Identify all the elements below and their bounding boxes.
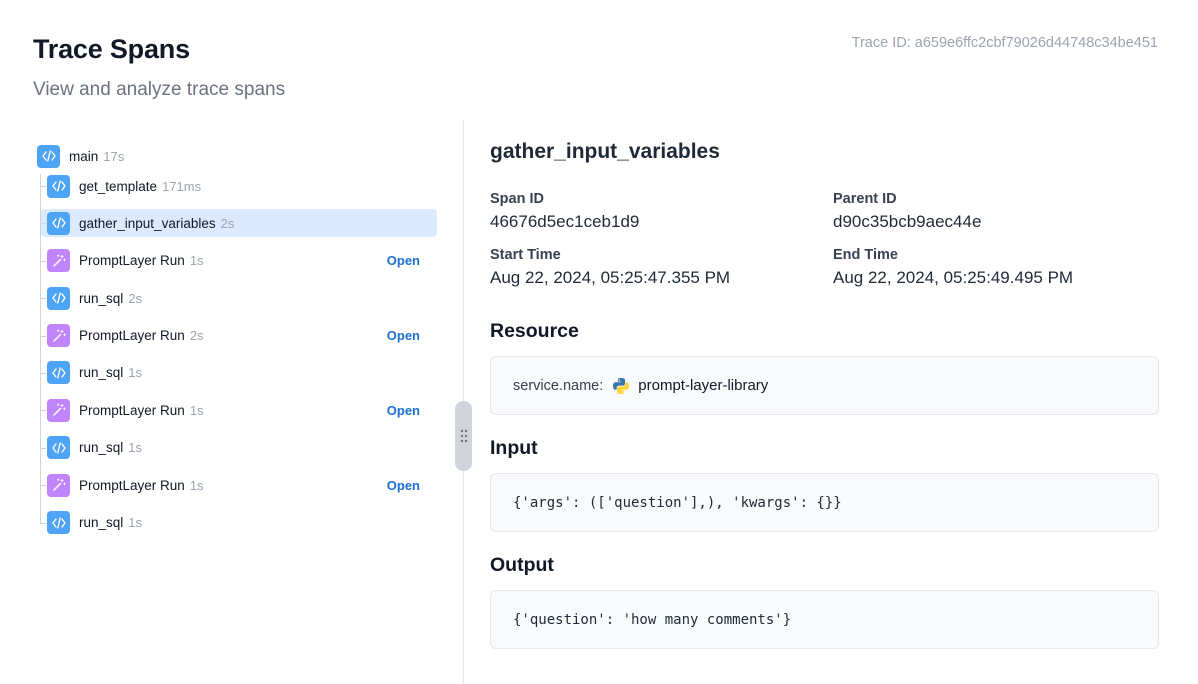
end-time-value: Aug 22, 2024, 05:25:49.495 PM: [833, 268, 1074, 287]
output-box: {'question': 'how many comments'}: [490, 590, 1159, 649]
tree-item-duration: 1s: [189, 402, 204, 418]
parent-id-field: Parent ID d90c35bcb9aec44e: [833, 191, 1159, 232]
code-icon: [47, 211, 70, 235]
output-title: Output: [490, 554, 554, 576]
open-link[interactable]: Open: [387, 253, 420, 268]
page-title: Trace Spans: [33, 34, 190, 64]
trace-id: Trace ID: a659e6ffc2cbf79026d44748c34be4…: [851, 35, 1158, 51]
tree-item-name: PromptLayer Run: [79, 477, 185, 493]
input-box: {'args': (['question'],), 'kwargs': {}}: [490, 473, 1159, 532]
tree-item-duration: 171ms: [162, 178, 202, 194]
span-detail-panel: gather_input_variables Span ID 46676d5ec…: [490, 140, 1159, 649]
span-id-field: Span ID 46676d5ec1ceb1d9: [490, 191, 833, 232]
magic-wand-icon: [47, 473, 70, 497]
tree-item[interactable]: run_sql 2s: [40, 284, 437, 312]
tree-item-name: gather_input_variables: [79, 215, 216, 231]
tree-item-name: run_sql: [79, 440, 124, 456]
resource-box: service.name: prompt-layer-library: [490, 356, 1159, 415]
resource-key: service.name:: [513, 377, 604, 394]
tree-item[interactable]: run_sql 1s: [40, 434, 437, 462]
open-link[interactable]: Open: [387, 328, 420, 343]
output-value: {'question': 'how many comments'}: [513, 611, 792, 628]
tree-item-duration: 1s: [189, 253, 204, 269]
resize-handle[interactable]: [455, 401, 472, 471]
tree-root-name: main: [69, 148, 99, 164]
end-time-field: End Time Aug 22, 2024, 05:25:49.495 PM: [833, 247, 1159, 288]
span-meta: Span ID 46676d5ec1ceb1d9 Parent ID d90c3…: [490, 191, 1159, 288]
open-link[interactable]: Open: [387, 403, 420, 418]
tree-item-duration: 2s: [189, 328, 204, 344]
tree-children: get_template 171ms gather_input_variables 2…: [40, 172, 443, 537]
code-icon: [37, 144, 60, 168]
tree-item-duration: 1s: [128, 365, 143, 381]
tree-item[interactable]: PromptLayer Run 1s Open: [40, 396, 437, 424]
span-id-label: Span ID: [490, 191, 544, 207]
code-icon: [47, 436, 70, 460]
tree-item-name: run_sql: [79, 515, 124, 531]
tree-item[interactable]: run_sql 1s: [40, 359, 437, 387]
start-time-label: Start Time: [490, 247, 561, 263]
parent-id-label: Parent ID: [833, 191, 897, 207]
tree-root-item[interactable]: main 17s: [33, 140, 443, 172]
resource-title: Resource: [490, 320, 579, 342]
code-icon: [47, 511, 70, 535]
resource-value: prompt-layer-library: [638, 377, 769, 394]
tree-item[interactable]: PromptLayer Run 1s Open: [40, 471, 437, 499]
code-icon: [47, 286, 70, 310]
tree-item-duration: 1s: [128, 515, 143, 531]
magic-wand-icon: [47, 398, 70, 422]
end-time-label: End Time: [833, 247, 898, 263]
python-icon: [612, 377, 630, 395]
tree-item-name: run_sql: [79, 365, 124, 381]
open-link[interactable]: Open: [387, 478, 420, 493]
parent-id-value: d90c35bcb9aec44e: [833, 212, 982, 231]
tree-item[interactable]: run_sql 1s: [40, 509, 437, 537]
tree-item-name: get_template: [79, 178, 158, 194]
tree-item[interactable]: PromptLayer Run 1s Open: [40, 247, 437, 275]
tree-item-name: PromptLayer Run: [79, 328, 185, 344]
tree-item-name: PromptLayer Run: [79, 402, 185, 418]
grip-icon: [460, 429, 467, 443]
span-id-value: 46676d5ec1ceb1d9: [490, 212, 640, 231]
tree-item[interactable]: get_template 171ms: [40, 172, 437, 200]
tree-root-duration: 17s: [103, 148, 125, 164]
input-value: {'args': (['question'],), 'kwargs': {}}: [513, 494, 842, 511]
tree-item-duration: 1s: [128, 440, 143, 456]
magic-wand-icon: [47, 324, 70, 348]
page-header: Trace Spans View and analyze trace spans: [33, 34, 285, 101]
code-icon: [47, 361, 70, 385]
span-title: gather_input_variables: [490, 140, 720, 163]
tree-item[interactable]: gather_input_variables 2s: [40, 209, 437, 238]
tree-item-duration: 2s: [220, 215, 235, 231]
code-icon: [47, 174, 70, 198]
start-time-value: Aug 22, 2024, 05:25:47.355 PM: [490, 268, 731, 287]
tree-item-duration: 1s: [189, 477, 204, 493]
tree-item[interactable]: PromptLayer Run 2s Open: [40, 322, 437, 350]
tree-item-duration: 2s: [128, 290, 143, 306]
input-title: Input: [490, 437, 538, 459]
span-tree: main 17s get_template 171ms gather_input_v…: [33, 140, 443, 546]
magic-wand-icon: [47, 249, 70, 273]
page-subtitle: View and analyze trace spans: [33, 79, 286, 100]
tree-item-name: run_sql: [79, 290, 124, 306]
tree-item-name: PromptLayer Run: [79, 253, 185, 269]
start-time-field: Start Time Aug 22, 2024, 05:25:47.355 PM: [490, 247, 833, 288]
